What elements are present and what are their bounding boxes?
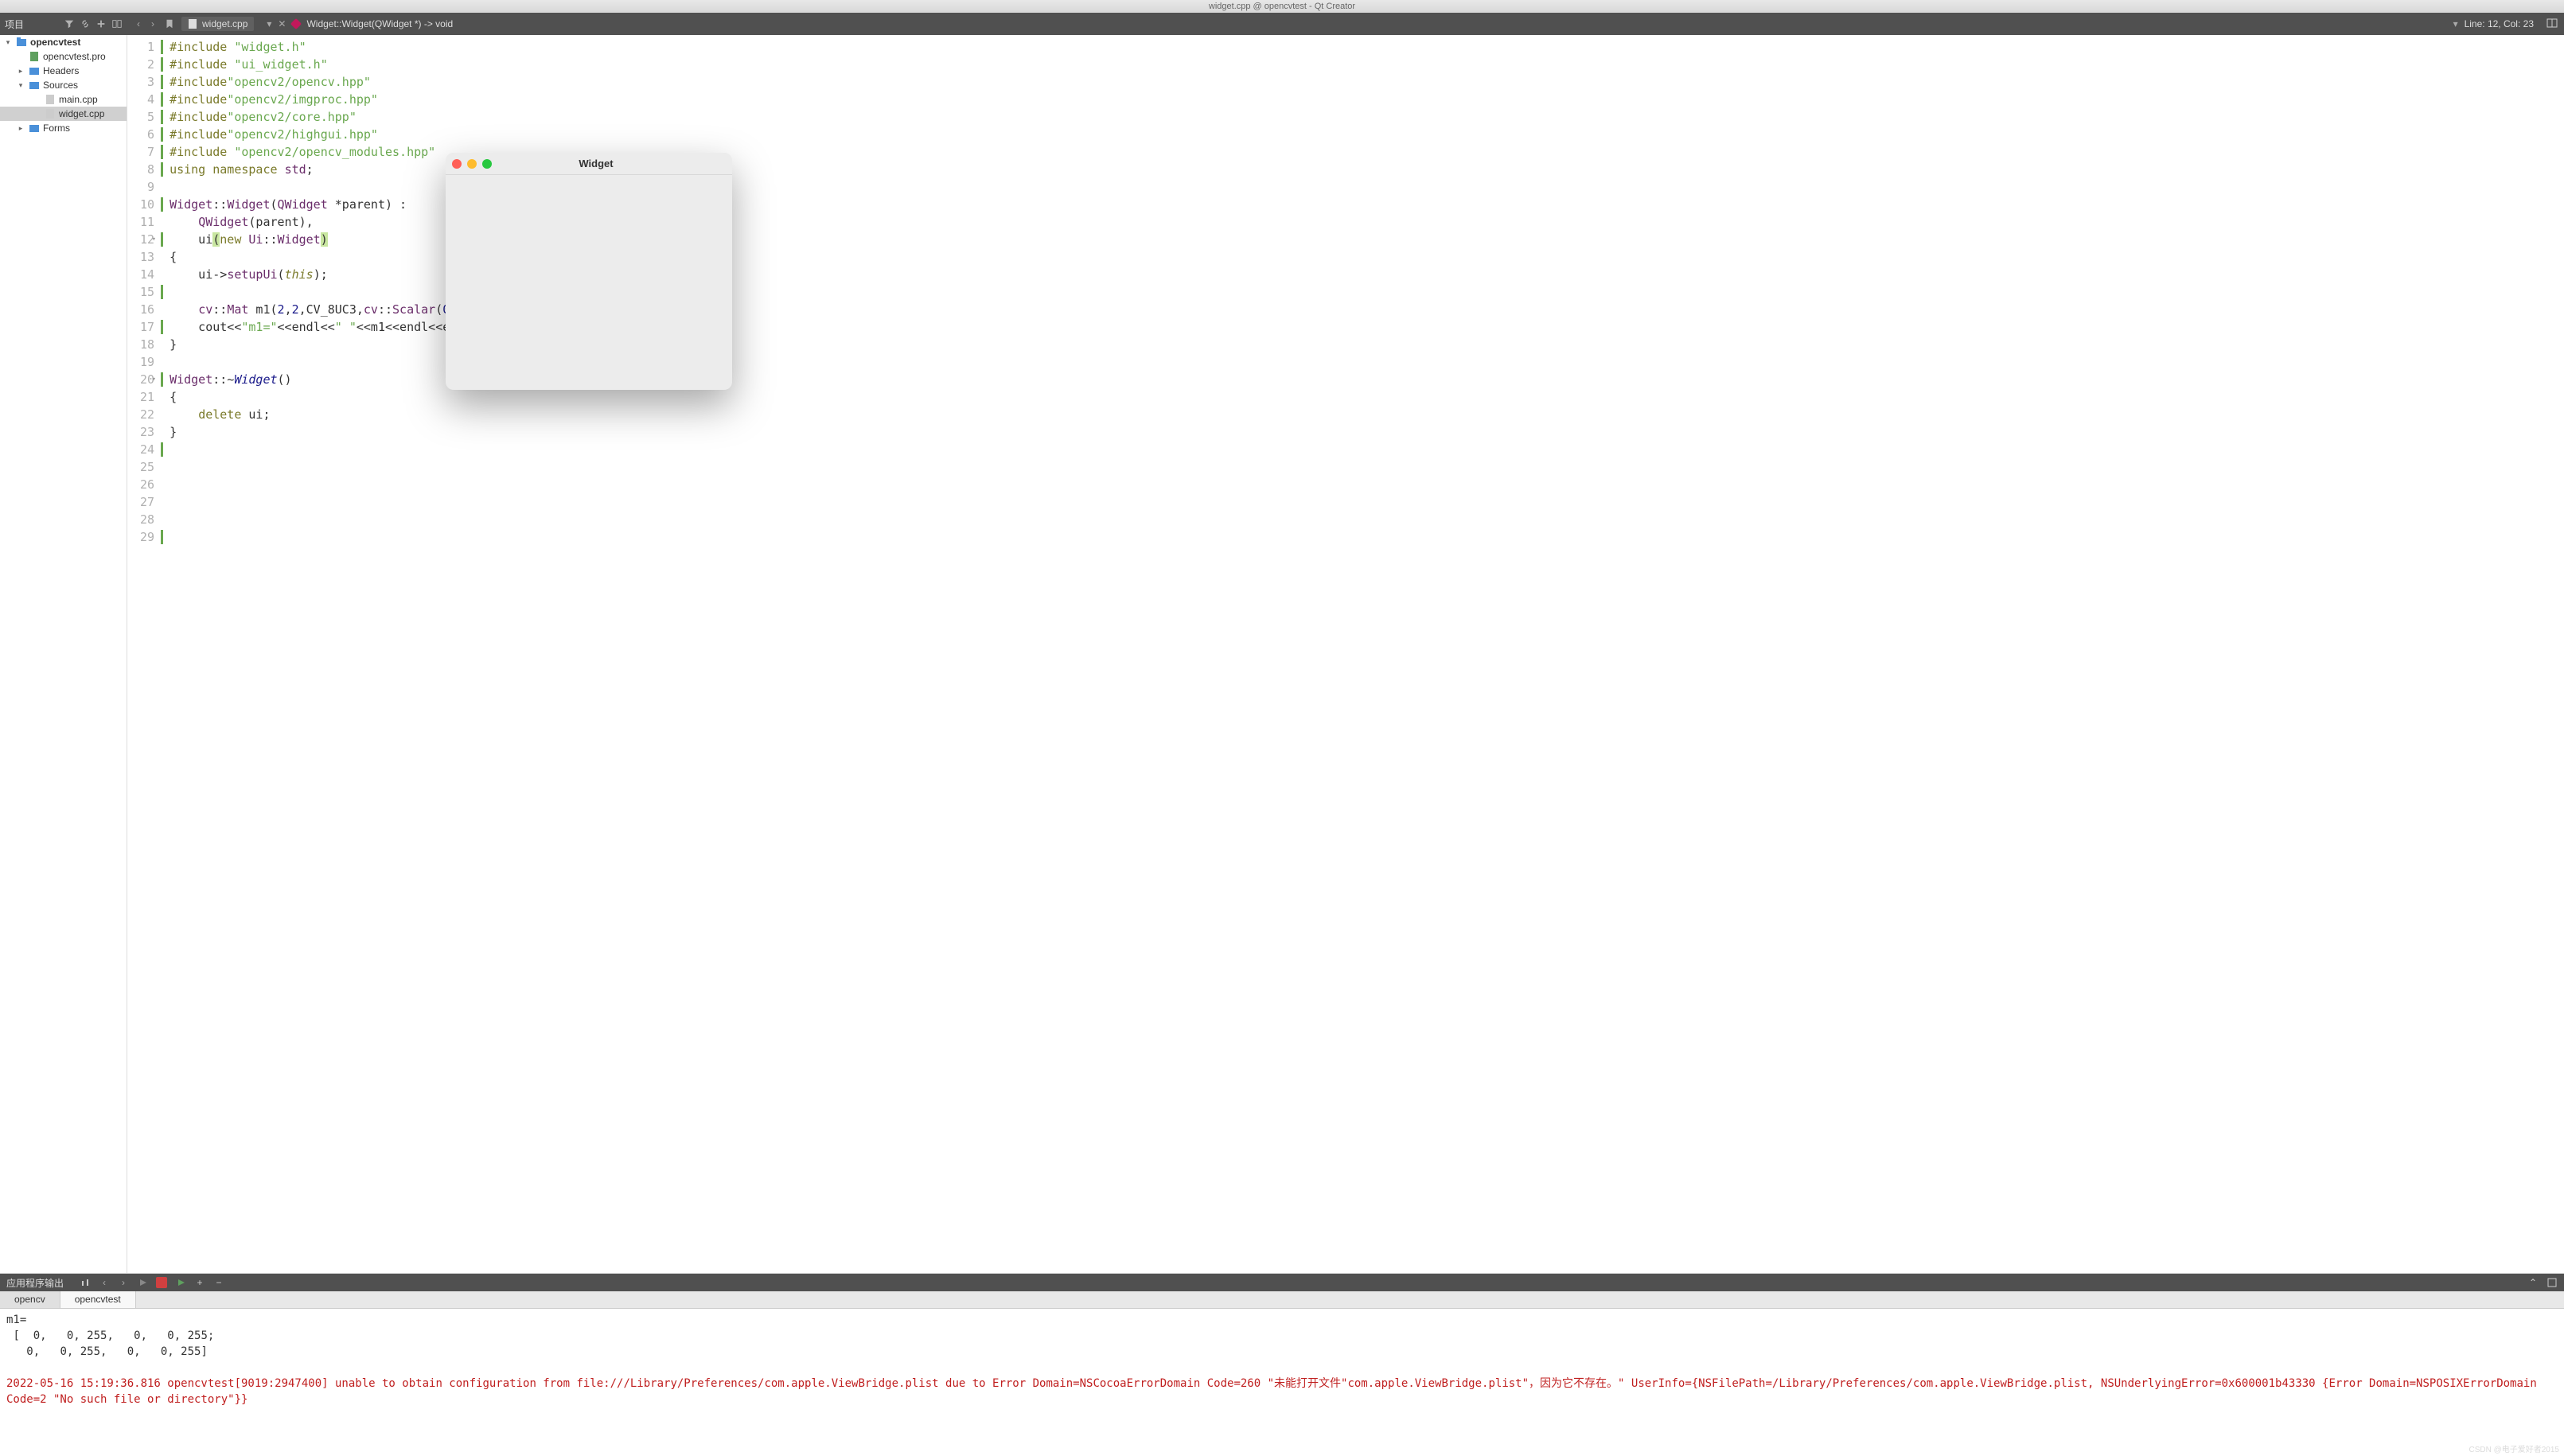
project-label: 项目 <box>5 18 59 31</box>
output-title: 应用程序输出 <box>6 1276 64 1290</box>
tree-label: opencvtest <box>30 37 80 48</box>
breadcrumb-dropdown-icon[interactable]: ▾ <box>2453 18 2458 29</box>
modified-icon <box>290 18 302 29</box>
output-error: 2022-05-16 15:19:36.816 opencvtest[9019:… <box>6 1377 2543 1406</box>
project-tree[interactable]: ▾ opencvtest opencvtest.pro ▸ Headers ▾ … <box>0 35 127 1273</box>
bookmark-icon[interactable] <box>164 18 175 29</box>
filter-icon[interactable] <box>64 18 75 29</box>
window-titlebar: widget.cpp @ opencvtest - Qt Creator <box>0 0 2564 13</box>
tree-widget-cpp[interactable]: widget.cpp <box>0 107 127 121</box>
zoom-icon[interactable] <box>482 159 492 169</box>
watermark: CSDN @电子爱好者2015 <box>2469 1442 2559 1454</box>
chevron-down-icon[interactable]: ▾ <box>16 81 25 90</box>
file-tab-label: widget.cpp <box>202 18 247 29</box>
file-icon <box>188 19 197 29</box>
stop-icon[interactable] <box>156 1277 167 1288</box>
close-icon[interactable] <box>452 159 462 169</box>
chevron-right-icon[interactable]: ▸ <box>16 124 25 133</box>
folder-icon <box>29 123 40 134</box>
nav-forward-icon[interactable]: › <box>148 18 158 29</box>
pro-file-icon <box>29 51 40 62</box>
attach-icon[interactable] <box>80 1277 91 1288</box>
tree-label: widget.cpp <box>59 108 104 119</box>
prev-icon[interactable]: ‹ <box>99 1277 110 1288</box>
tree-root[interactable]: ▾ opencvtest <box>0 35 127 49</box>
run-icon[interactable] <box>137 1277 148 1288</box>
dropdown-icon[interactable]: ▾ <box>267 18 271 29</box>
minimize-icon[interactable] <box>467 159 477 169</box>
breadcrumb[interactable]: Widget::Widget(QWidget *) -> void <box>306 18 2446 29</box>
tree-main-cpp[interactable]: main.cpp <box>0 92 127 107</box>
collapse-icon[interactable]: ⌃ <box>2527 1277 2539 1288</box>
output-line: [ 0, 0, 255, 0, 0, 255; <box>6 1329 214 1342</box>
output-tab-opencv[interactable]: opencv <box>0 1291 60 1308</box>
tree-label: opencvtest.pro <box>43 51 106 62</box>
output-toolbar: 应用程序输出 ‹ › + − ⌃ <box>0 1274 2564 1291</box>
tree-label: Forms <box>43 123 70 134</box>
split-editor-icon[interactable] <box>2546 18 2558 31</box>
close-icon[interactable]: ✕ <box>278 18 286 29</box>
maximize-icon[interactable] <box>2546 1277 2558 1288</box>
link-icon[interactable] <box>80 18 91 29</box>
folder-icon <box>29 65 40 76</box>
minus-icon[interactable]: − <box>213 1277 224 1288</box>
line-col-status[interactable]: Line: 12, Col: 23 <box>2465 18 2534 29</box>
tree-label: main.cpp <box>59 94 98 105</box>
run-green-icon[interactable] <box>175 1277 186 1288</box>
tree-label: Sources <box>43 80 78 91</box>
file-tab[interactable]: widget.cpp <box>181 17 254 31</box>
chevron-right-icon[interactable]: ▸ <box>16 67 25 76</box>
tree-headers[interactable]: ▸ Headers <box>0 64 127 78</box>
project-icon <box>16 37 27 48</box>
cpp-file-icon <box>45 94 56 105</box>
folder-icon <box>29 80 40 91</box>
chevron-down-icon[interactable]: ▾ <box>3 38 13 47</box>
output-line: m1= <box>6 1314 26 1326</box>
window-titlebar[interactable]: Widget <box>446 153 732 175</box>
output-line: 0, 0, 255, 0, 0, 255] <box>6 1345 208 1358</box>
tree-label: Headers <box>43 65 79 76</box>
tree-pro-file[interactable]: opencvtest.pro <box>0 49 127 64</box>
tree-sources[interactable]: ▾ Sources <box>0 78 127 92</box>
next-icon[interactable]: › <box>118 1277 129 1288</box>
top-toolbar: 项目 ‹ › widget.cpp ▾ ✕ Widget::Widget(QWi… <box>0 13 2564 35</box>
output-tabs: opencv opencvtest <box>0 1291 2564 1309</box>
plus-icon[interactable]: + <box>194 1277 205 1288</box>
output-body[interactable]: m1= [ 0, 0, 255, 0, 0, 255; 0, 0, 255, 0… <box>0 1309 2564 1456</box>
split-icon[interactable] <box>111 18 123 29</box>
nav-back-icon[interactable]: ‹ <box>134 18 143 29</box>
add-icon[interactable] <box>95 18 107 29</box>
output-tab-opencvtest[interactable]: opencvtest <box>60 1291 136 1308</box>
running-app-window[interactable]: Widget <box>446 153 732 390</box>
tree-forms[interactable]: ▸ Forms <box>0 121 127 135</box>
window-title: Widget <box>498 158 694 169</box>
cpp-file-icon <box>45 108 56 119</box>
